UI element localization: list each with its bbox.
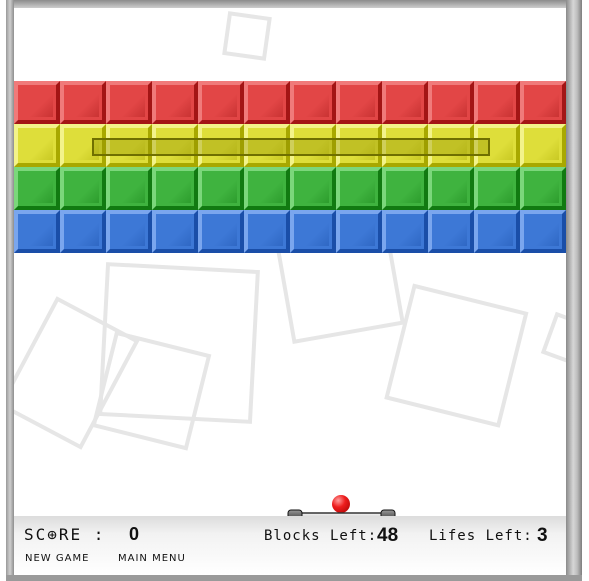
brick-face: [389, 88, 421, 117]
brick-face: [297, 174, 329, 203]
brick-face: [297, 88, 329, 117]
brick-green: [106, 167, 152, 210]
brick-face: [159, 174, 191, 203]
brick-blue: [520, 210, 566, 253]
brick-face: [527, 88, 559, 117]
brick-face: [113, 88, 145, 117]
brick-red: [382, 81, 428, 124]
brick-blue: [474, 210, 520, 253]
brick-face: [435, 174, 467, 203]
brick-face: [205, 217, 237, 246]
game-window: SC⊕RE : 0 Blocks Left: 48 Lifes Left: 3 …: [0, 0, 589, 581]
brick-red: [60, 81, 106, 124]
brick-blue: [106, 210, 152, 253]
brick-face: [205, 88, 237, 117]
brick-yellow: [520, 124, 566, 167]
brick-face: [389, 174, 421, 203]
brick-face: [527, 131, 559, 160]
score-label: SC⊕RE :: [24, 525, 106, 544]
brick-face: [21, 174, 53, 203]
brick-face: [343, 174, 375, 203]
brick-blue: [244, 210, 290, 253]
brick-face: [297, 217, 329, 246]
brick-face: [251, 88, 283, 117]
brick-green: [336, 167, 382, 210]
brick-face: [113, 217, 145, 246]
brick-face: [343, 217, 375, 246]
brick-red: [198, 81, 244, 124]
brick-face: [343, 88, 375, 117]
brick-green: [60, 167, 106, 210]
brick-blue: [14, 210, 60, 253]
brick-red: [428, 81, 474, 124]
brick-green: [474, 167, 520, 210]
bg-square: [14, 296, 140, 450]
brick-green: [244, 167, 290, 210]
brick-green: [152, 167, 198, 210]
frame-right-border: [566, 0, 582, 581]
score-value: 0: [129, 524, 140, 544]
playfield[interactable]: [14, 8, 566, 516]
brick-wall: [14, 8, 566, 268]
brick-green: [520, 167, 566, 210]
brick-red: [152, 81, 198, 124]
frame-bottom-border: [6, 575, 582, 581]
brick-red: [474, 81, 520, 124]
brick-green: [428, 167, 474, 210]
brick-red: [520, 81, 566, 124]
brick-face: [527, 217, 559, 246]
brick-face: [389, 217, 421, 246]
lifes-left-value: 3: [537, 525, 548, 546]
brick-blue: [152, 210, 198, 253]
brick-face: [159, 88, 191, 117]
brick-blue: [382, 210, 428, 253]
brick-blue: [290, 210, 336, 253]
brick-face: [435, 88, 467, 117]
blocks-left-label: Blocks Left:: [264, 528, 378, 544]
brick-face: [527, 174, 559, 203]
lifes-left-label: Lifes Left:: [429, 528, 533, 544]
brick-green: [382, 167, 428, 210]
status-bar: SC⊕RE : 0 Blocks Left: 48 Lifes Left: 3 …: [14, 516, 566, 575]
brick-face: [205, 174, 237, 203]
brick-green: [14, 167, 60, 210]
brick-face: [481, 88, 513, 117]
bg-square: [98, 262, 260, 424]
brick-face: [67, 174, 99, 203]
blocks-left-value: 48: [377, 525, 399, 546]
paddle[interactable]: [286, 509, 397, 516]
overlay-bar: [92, 138, 490, 156]
new-game-button[interactable]: NEW GAME: [25, 553, 89, 564]
brick-face: [113, 174, 145, 203]
main-menu-button[interactable]: MAIN MENU: [118, 553, 186, 564]
brick-green: [290, 167, 336, 210]
brick-red: [336, 81, 382, 124]
brick-blue: [198, 210, 244, 253]
brick-blue: [60, 210, 106, 253]
brick-red: [106, 81, 152, 124]
brick-yellow: [14, 124, 60, 167]
brick-face: [21, 88, 53, 117]
frame-top-border: [6, 0, 582, 8]
brick-blue: [336, 210, 382, 253]
brick-face: [159, 217, 191, 246]
brick-blue: [428, 210, 474, 253]
brick-red: [290, 81, 336, 124]
brick-face: [251, 217, 283, 246]
bg-square: [384, 283, 529, 428]
brick-face: [251, 174, 283, 203]
brick-face: [67, 88, 99, 117]
brick-red: [244, 81, 290, 124]
brick-face: [435, 217, 467, 246]
brick-face: [21, 217, 53, 246]
brick-face: [21, 131, 53, 160]
brick-green: [198, 167, 244, 210]
frame-left-border: [6, 0, 14, 581]
brick-face: [481, 217, 513, 246]
brick-red: [14, 81, 60, 124]
bg-square: [540, 311, 566, 369]
brick-face: [481, 174, 513, 203]
brick-face: [67, 217, 99, 246]
